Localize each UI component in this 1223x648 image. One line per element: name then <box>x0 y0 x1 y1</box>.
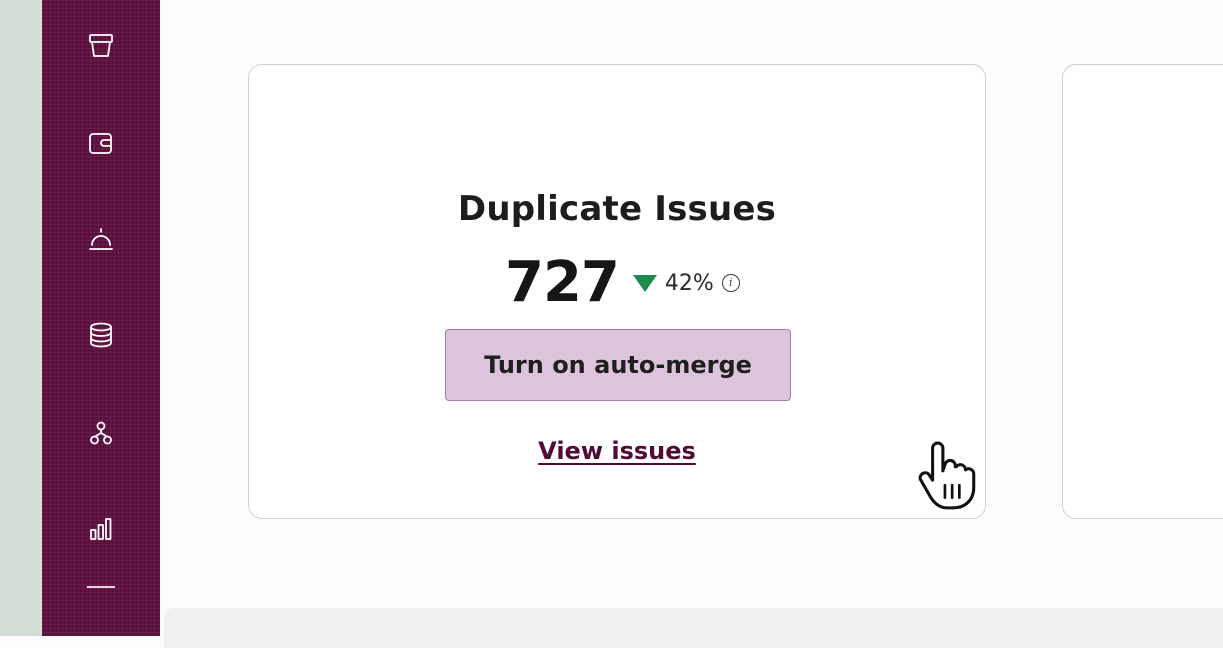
cursor-hand-icon <box>918 441 976 510</box>
wallet-icon[interactable] <box>84 126 118 160</box>
metric-value: 727 <box>505 250 620 315</box>
trend-down-icon <box>632 274 657 292</box>
service-bell-icon[interactable] <box>84 222 118 256</box>
trend-percent: 42% <box>664 270 714 296</box>
bottom-panel <box>164 608 1223 648</box>
left-gutter <box>0 0 42 636</box>
hierarchy-icon[interactable] <box>84 416 118 450</box>
sidebar <box>42 0 160 636</box>
secondary-card <box>1062 64 1223 519</box>
trend-indicator: 42% i <box>632 270 740 296</box>
trash-bin-icon[interactable] <box>84 28 118 62</box>
view-issues-link[interactable]: View issues <box>249 437 985 465</box>
database-icon[interactable] <box>84 318 118 352</box>
duplicate-issues-card: Duplicate Issues 727 42% i Turn on auto-… <box>248 64 986 519</box>
bar-chart-icon[interactable] <box>84 512 118 546</box>
metric-row: 727 42% i <box>505 251 740 315</box>
info-icon[interactable]: i <box>721 274 740 292</box>
card-title: Duplicate Issues <box>457 189 777 229</box>
turn-on-auto-merge-button[interactable]: Turn on auto-merge <box>445 329 791 401</box>
main-content: Duplicate Issues 727 42% i Turn on auto-… <box>160 0 1223 648</box>
sidebar-divider <box>87 586 115 588</box>
